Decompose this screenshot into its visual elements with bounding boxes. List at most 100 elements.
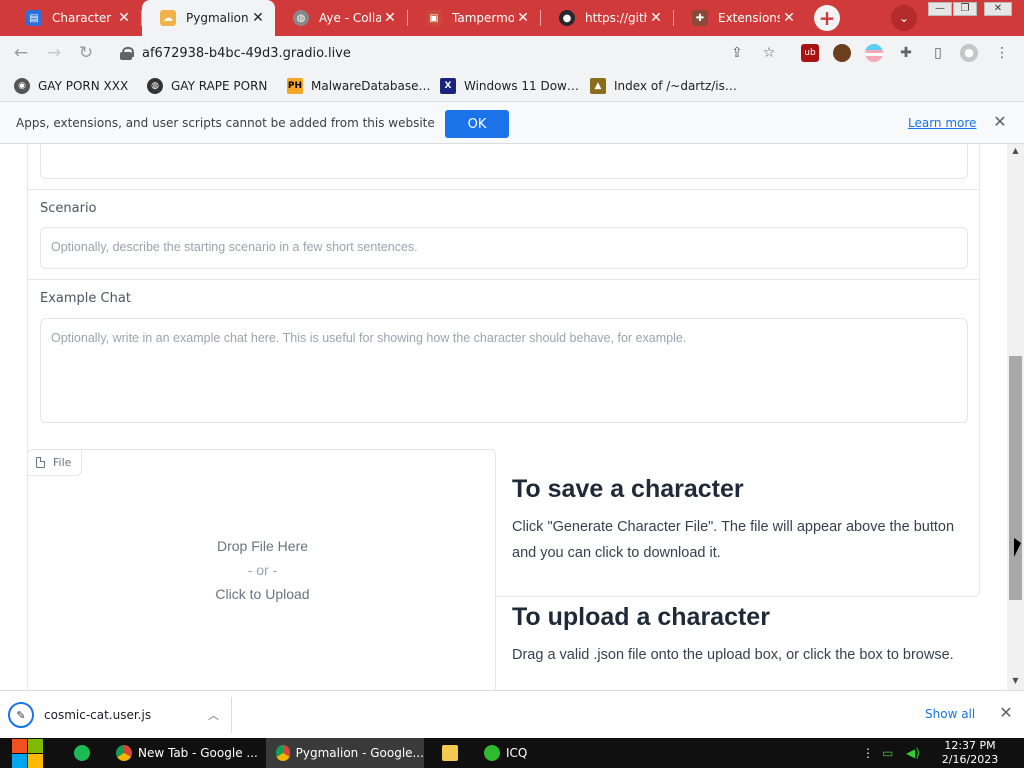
taskbar-icq[interactable]: ICQ bbox=[474, 738, 564, 768]
github-icon: ● bbox=[559, 10, 575, 26]
file-tag: File bbox=[28, 450, 83, 476]
taskbar-file-explorer[interactable] bbox=[432, 738, 468, 768]
bookmark-item[interactable]: ◍ GAY RAPE PORN bbox=[147, 77, 267, 95]
file-icon bbox=[36, 457, 45, 468]
chevron-up-icon[interactable]: ︿ bbox=[208, 707, 219, 723]
bookmarks-bar: ◉ GAY PORN XXX ◍ GAY RAPE PORN PH Malwar… bbox=[0, 70, 1024, 102]
x-logo-icon: X bbox=[440, 78, 456, 94]
lock-icon[interactable] bbox=[120, 47, 134, 60]
bookmark-item[interactable]: ◉ GAY PORN XXX bbox=[14, 77, 128, 95]
mouse-cursor-icon bbox=[1014, 538, 1021, 557]
learn-more-link[interactable]: Learn more bbox=[908, 116, 976, 130]
scroll-up-arrow-icon[interactable]: ▲ bbox=[1009, 146, 1022, 155]
click-to-upload-text: Click to Upload bbox=[215, 586, 310, 602]
download-filename: cosmic-cat.user.js bbox=[44, 708, 152, 722]
chrome-icon bbox=[116, 745, 132, 761]
page-content: Scenario Optionally, describe the starti… bbox=[0, 144, 1024, 690]
close-tab-icon[interactable]: ✕ bbox=[249, 10, 267, 26]
close-tab-icon[interactable]: ✕ bbox=[514, 10, 532, 26]
bookmark-item[interactable]: ▲ Index of /~dartz/is… bbox=[590, 77, 737, 95]
previous-field-input[interactable] bbox=[40, 144, 968, 179]
file-upload-dropzone[interactable]: File Drop File Here - or - Click to Uplo… bbox=[27, 449, 496, 690]
task-label: New Tab - Google ... bbox=[138, 746, 258, 760]
close-tab-icon[interactable]: ✕ bbox=[780, 10, 798, 26]
tab-search-button[interactable]: ⌄ bbox=[891, 5, 917, 31]
bookmark-label: Index of /~dartz/is… bbox=[614, 79, 737, 93]
extensions-puzzle-icon[interactable]: ✚ bbox=[897, 44, 915, 62]
reload-icon[interactable]: ↻ bbox=[75, 42, 97, 64]
example-chat-label: Example Chat bbox=[40, 291, 131, 306]
drop-file-text: Drop File Here bbox=[216, 538, 309, 554]
windows-start-icon[interactable] bbox=[10, 738, 44, 768]
download-shelf: ✎ cosmic-cat.user.js ︿ Show all ✕ bbox=[0, 690, 1024, 738]
flag-extension-icon[interactable] bbox=[865, 44, 883, 62]
close-tab-icon[interactable]: ✕ bbox=[115, 10, 133, 26]
tampermonkey-icon: ▣ bbox=[426, 10, 442, 26]
menu-dots-icon[interactable]: ⋮ bbox=[993, 44, 1011, 62]
side-panel-icon[interactable]: ▯ bbox=[929, 44, 947, 62]
spotify-task[interactable] bbox=[64, 738, 100, 768]
taskbar-chrome-pygmalion[interactable]: Pygmalion - Google... bbox=[266, 738, 424, 768]
tab-label: Aye - Colla bbox=[319, 11, 381, 25]
save-heading: To save a character bbox=[512, 475, 744, 503]
taskbar: New Tab - Google ... Pygmalion - Google.… bbox=[0, 738, 1024, 768]
taskbar-chrome-newtab[interactable]: New Tab - Google ... bbox=[106, 738, 264, 768]
tab-extensions[interactable]: ✚ Extensions ✕ bbox=[674, 0, 806, 36]
instructions: To save a character Click "Generate Char… bbox=[512, 474, 982, 668]
profile-icon[interactable]: ● bbox=[960, 44, 978, 62]
divider bbox=[28, 279, 979, 280]
address-bar[interactable]: af672938-b4bc-49d3.gradio.live bbox=[110, 40, 790, 66]
tab-character-a[interactable]: ▤ Character A ✕ bbox=[8, 0, 141, 36]
scenario-input[interactable]: Optionally, describe the starting scenar… bbox=[40, 227, 968, 269]
forward-arrow-icon[interactable]: → bbox=[43, 42, 65, 64]
pornhub-icon: PH bbox=[287, 78, 303, 94]
new-tab-button[interactable]: + bbox=[814, 5, 840, 31]
script-file-icon: ✎ bbox=[8, 702, 34, 728]
screen: ▤ Character A ✕ ☁ Pygmalion ✕ ◍ Aye - Co… bbox=[0, 0, 1024, 768]
tab-github[interactable]: ● https://githu ✕ bbox=[541, 0, 673, 36]
scrollbar-thumb[interactable] bbox=[1009, 356, 1022, 600]
tab-label: Tampermon bbox=[452, 11, 514, 25]
bookmark-star-icon[interactable]: ☆ bbox=[760, 44, 778, 62]
file-tag-label: File bbox=[53, 456, 72, 469]
close-window-button[interactable]: ✕ bbox=[984, 2, 1012, 16]
google-docs-icon: ▤ bbox=[26, 10, 42, 26]
task-label: ICQ bbox=[506, 746, 528, 760]
bookmark-item[interactable]: X Windows 11 Dow… bbox=[440, 77, 579, 95]
tab-label: https://githu bbox=[585, 11, 647, 25]
info-bar: Apps, extensions, and user scripts canno… bbox=[0, 102, 1024, 144]
close-icon[interactable]: ✕ bbox=[990, 112, 1010, 131]
network-icon[interactable]: ▭ bbox=[882, 746, 893, 760]
close-icon[interactable]: ✕ bbox=[996, 703, 1016, 722]
tab-aye-colla[interactable]: ◍ Aye - Colla ✕ bbox=[275, 0, 407, 36]
download-item[interactable]: ✎ cosmic-cat.user.js ︿ bbox=[8, 697, 232, 733]
close-tab-icon[interactable]: ✕ bbox=[381, 10, 399, 26]
tab-tampermonkey[interactable]: ▣ Tampermon ✕ bbox=[408, 0, 540, 36]
url-text[interactable]: af672938-b4bc-49d3.gradio.live bbox=[142, 46, 351, 61]
bookmark-label: MalwareDatabase… bbox=[311, 79, 431, 93]
bookmark-label: GAY RAPE PORN bbox=[171, 79, 268, 93]
volume-icon[interactable]: ◀) bbox=[906, 746, 920, 760]
tab-label: Pygmalion bbox=[186, 11, 249, 25]
ok-button[interactable]: OK bbox=[445, 110, 509, 138]
spotify-icon bbox=[74, 745, 90, 761]
scroll-down-arrow-icon[interactable]: ▼ bbox=[1009, 676, 1022, 685]
show-all-link[interactable]: Show all bbox=[925, 707, 975, 721]
restore-button[interactable]: ❐ bbox=[953, 2, 977, 16]
minimize-button[interactable]: — bbox=[928, 2, 952, 16]
or-text: - or - bbox=[247, 562, 278, 578]
clock-time: 12:37 PM bbox=[944, 739, 996, 752]
bookmark-label: GAY PORN XXX bbox=[38, 79, 129, 93]
share-icon[interactable]: ⇪ bbox=[728, 44, 746, 62]
system-clock[interactable]: 12:37 PM 2/16/2023 bbox=[930, 739, 1010, 767]
extension-avatar-icon[interactable] bbox=[833, 44, 851, 62]
close-tab-icon[interactable]: ✕ bbox=[647, 10, 665, 26]
example-chat-input[interactable]: Optionally, write in an example chat her… bbox=[40, 318, 968, 423]
back-arrow-icon[interactable]: ← bbox=[10, 42, 32, 64]
puzzle-icon: ✚ bbox=[692, 10, 708, 26]
ublock-icon[interactable]: ub bbox=[801, 44, 819, 62]
tab-pygmalion[interactable]: ☁ Pygmalion ✕ bbox=[142, 0, 275, 36]
bookmark-item[interactable]: PH MalwareDatabase… bbox=[287, 77, 431, 95]
chrome-icon bbox=[276, 745, 290, 761]
tray-dots-icon[interactable]: ⋮ bbox=[862, 746, 874, 760]
